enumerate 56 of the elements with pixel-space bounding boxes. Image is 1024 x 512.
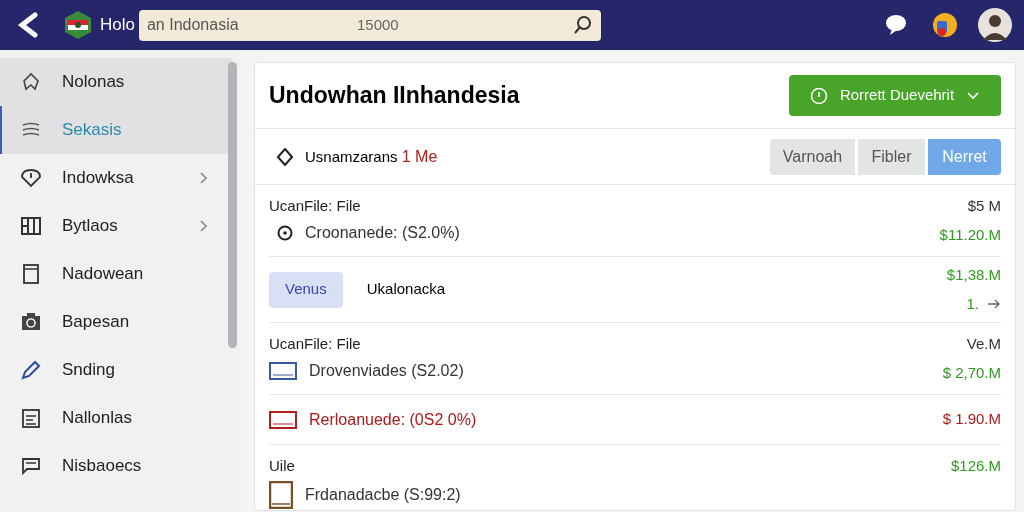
row-subtitle: Drovenviades (S2.02) [309, 360, 464, 381]
row-amount: $5 M [967, 196, 1001, 216]
scrollbar-thumb[interactable] [228, 62, 237, 348]
chat-bubble-icon [884, 13, 908, 37]
arrow-right-icon [987, 298, 1001, 309]
home-icon [20, 71, 42, 93]
tag-button[interactable]: Venus [269, 271, 343, 308]
tablet-icon [269, 480, 293, 509]
monitor-icon [269, 361, 297, 380]
sidebar-item[interactable]: Nisbaoecs [0, 442, 232, 490]
sidebar-item[interactable]: Bytlaos [0, 202, 232, 250]
search-icon [572, 15, 593, 35]
card-title: Undowhan IInhandesia [269, 81, 520, 111]
shield-icon [20, 167, 42, 189]
info-circle-icon [809, 86, 828, 105]
list-icon [20, 407, 42, 429]
sidebar-item[interactable]: Indowksa [0, 154, 232, 202]
search-count: 15000 [356, 14, 399, 35]
chevron-down-icon [966, 90, 981, 101]
row-amount: $11.20.M [939, 224, 1001, 245]
diamond-icon [277, 147, 293, 166]
row-amount: $126.M [950, 456, 1001, 476]
flag-icon [64, 10, 92, 40]
grid-icon [20, 215, 42, 237]
row-amount: $ 1.90.M [942, 409, 1001, 430]
badge-icon [932, 12, 958, 38]
row-amount: $ 2,70.M [942, 362, 1001, 383]
row-subtitle: Frdanadacbe (S:99:2) [305, 484, 461, 505]
chat-button[interactable] [884, 13, 908, 37]
segment-tab[interactable]: Varnoah [770, 138, 855, 175]
brand-name: Holo [100, 14, 135, 37]
sidebar-item[interactable]: Nadowean [0, 250, 232, 298]
sidebar-item[interactable]: Nallonlas [0, 394, 232, 442]
chat-icon [20, 455, 42, 477]
doc-icon [20, 263, 42, 285]
search-value: an Indonasia [146, 15, 240, 35]
row-title: UcanFile: File [269, 334, 362, 354]
sidebar-item[interactable]: Nolonas [0, 58, 232, 106]
row-amount: Ve.M [966, 334, 1001, 354]
avatar-icon [978, 8, 1012, 42]
camera-icon [20, 311, 42, 333]
notification-button[interactable] [932, 12, 958, 38]
row-title: UcanFile: File [269, 196, 362, 216]
row-subtitle: Rerloanuede: (0S2 0%) [309, 409, 477, 430]
row-text: Ukalonacka [366, 279, 446, 300]
filter-label: Usnamzarans 1 Me [305, 146, 438, 167]
radio-icon [277, 224, 293, 241]
monitor-icon [269, 410, 297, 429]
row-title: Uile [269, 456, 296, 476]
sidebar-item[interactable]: Snding [0, 346, 232, 394]
search-field[interactable]: an Indonasia 15000 [138, 9, 601, 41]
pen-icon [20, 359, 42, 381]
row-amount: $1,38.M [946, 265, 1001, 285]
segment-tab[interactable]: Fibler [858, 138, 925, 175]
row-subtitle: Croonanede: (S2.0%) [305, 222, 460, 243]
row-count: 1. [966, 293, 979, 314]
